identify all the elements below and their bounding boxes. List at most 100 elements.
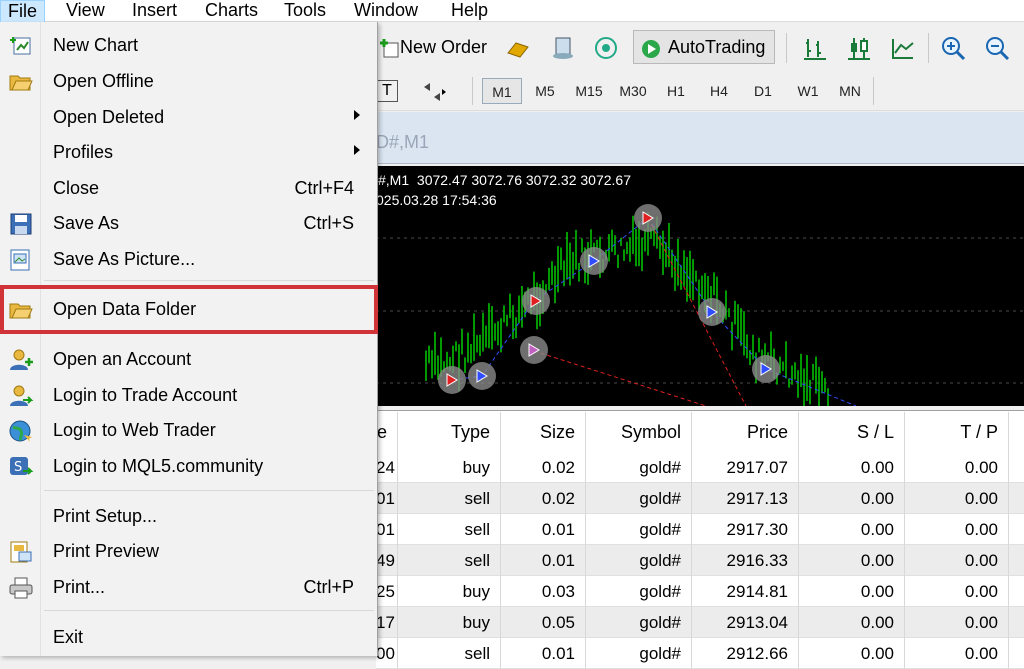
- table-cell: buy: [398, 452, 501, 483]
- menu-item-login-mql5[interactable]: S Login to MQL5.community: [0, 449, 376, 483]
- candles-plot: [376, 204, 1024, 406]
- market-watch-icon[interactable]: [550, 35, 576, 61]
- menu-item-new-chart[interactable]: New Chart: [0, 28, 376, 62]
- table-cell: sell: [398, 545, 501, 576]
- new-order-button[interactable]: New Order: [374, 31, 494, 63]
- table-cell: 0.00: [905, 483, 1009, 514]
- timeframe-d1[interactable]: D1: [743, 78, 783, 104]
- menu-item-exit[interactable]: Exit: [0, 620, 376, 654]
- timeframe-w1[interactable]: W1: [788, 78, 828, 104]
- col-header-type[interactable]: Type: [398, 412, 501, 452]
- bar-chart-icon[interactable]: [802, 35, 828, 61]
- chart-title: D#,M1: [376, 132, 430, 152]
- printer-icon: [9, 577, 33, 599]
- menu-item-open-deleted[interactable]: Open Deleted: [0, 100, 376, 134]
- plus-icon: [380, 39, 399, 58]
- submenu-arrow-icon: [354, 145, 360, 155]
- table-row[interactable]: 25 buy 0.03 gold# 2914.81 0.00 0.00: [376, 576, 1024, 607]
- table-cell: 0.00: [799, 607, 905, 638]
- signals-icon[interactable]: [593, 35, 619, 61]
- menu-item-profiles[interactable]: Profiles: [0, 135, 376, 169]
- menu-item-label: Login to Trade Account: [53, 385, 238, 405]
- table-cell: gold#: [586, 545, 692, 576]
- menu-item-label: Save As: [53, 213, 120, 233]
- menu-item-shortcut: Ctrl+S: [303, 213, 354, 233]
- candlestick-icon[interactable]: [846, 35, 872, 61]
- autotrading-icon: [642, 40, 660, 58]
- arrows-tool-icon[interactable]: [420, 79, 446, 105]
- autotrading-button[interactable]: AutoTrading: [633, 30, 775, 64]
- table-cell: 2913.04: [692, 607, 799, 638]
- menu-item-open-account[interactable]: Open an Account: [0, 342, 376, 376]
- timeframe-m30[interactable]: M30: [613, 78, 653, 104]
- table-row[interactable]: 00 sell 0.01 gold# 2912.66 0.00 0.00: [376, 638, 1024, 669]
- menu-item-save-as-picture[interactable]: Save As Picture...: [0, 242, 376, 276]
- table-cell: 01: [376, 483, 398, 514]
- zoom-out-icon[interactable]: [984, 35, 1010, 61]
- timeframe-mn[interactable]: MN: [830, 78, 870, 104]
- menu-item-print[interactable]: Print... Ctrl+P: [0, 570, 376, 604]
- menu-help[interactable]: Help: [451, 0, 488, 22]
- table-cell: 0.02: [501, 452, 586, 483]
- menu-item-label: Exit: [53, 627, 84, 647]
- menu-file[interactable]: File: [0, 0, 46, 22]
- menu-item-close[interactable]: Close Ctrl+F4: [0, 171, 376, 205]
- text-tool-button[interactable]: T: [376, 80, 398, 102]
- timeframe-h1[interactable]: H1: [656, 78, 696, 104]
- timeframe-m5[interactable]: M5: [525, 78, 565, 104]
- chart-window-header[interactable]: D#,M1: [376, 112, 1024, 164]
- table-cell: 0.00: [905, 638, 1009, 669]
- table-row[interactable]: 01 sell 0.02 gold# 2917.13 0.00 0.00: [376, 483, 1024, 514]
- menu-item-login-web-trader[interactable]: Login to Web Trader: [0, 413, 376, 447]
- table-cell: 0.00: [799, 545, 905, 576]
- open-folder-icon: [9, 75, 33, 91]
- menu-item-label: Print Setup...: [53, 506, 158, 526]
- menu-item-print-preview[interactable]: Print Preview: [0, 534, 376, 568]
- new-order-label: New Order: [400, 37, 488, 57]
- table-row[interactable]: 49 sell 0.01 gold# 2916.33 0.00 0.00: [376, 545, 1024, 576]
- web-icon: [9, 420, 32, 442]
- account-icon: [10, 349, 33, 370]
- col-header-tp[interactable]: T / P: [905, 412, 1009, 452]
- timeframe-m15[interactable]: M15: [569, 78, 609, 104]
- line-chart-icon[interactable]: [890, 35, 916, 61]
- menu-charts[interactable]: Charts: [205, 0, 258, 22]
- menu-item-print-setup[interactable]: Print Setup...: [0, 499, 376, 533]
- col-header-price[interactable]: Price: [692, 412, 799, 452]
- menu-item-label: Close: [53, 178, 100, 198]
- trade-line: [647, 217, 747, 406]
- price-chart[interactable]: #,M1 3072.47 3072.76 3072.32 3072.67 025…: [376, 166, 1024, 406]
- table-cell: 0.00: [799, 452, 905, 483]
- submenu-arrow-icon: [354, 110, 360, 120]
- col-header-symbol[interactable]: Symbol: [586, 412, 692, 452]
- table-row[interactable]: 01 sell 0.01 gold# 2917.30 0.00 0.00: [376, 514, 1024, 545]
- menu-item-open-offline[interactable]: Open Offline: [0, 64, 376, 98]
- table-row[interactable]: 24 buy 0.02 gold# 2917.07 0.00 0.00: [376, 452, 1024, 483]
- menu-item-label: Open Deleted: [53, 107, 165, 127]
- table-cell: 25: [376, 576, 398, 607]
- table-row[interactable]: 17 buy 0.05 gold# 2913.04 0.00 0.00: [376, 607, 1024, 638]
- zoom-in-icon[interactable]: [940, 35, 966, 61]
- menu-insert[interactable]: Insert: [132, 0, 177, 22]
- timeframe-h4[interactable]: H4: [699, 78, 739, 104]
- table-cell: 49: [376, 545, 398, 576]
- col-header-sl[interactable]: S / L: [799, 412, 905, 452]
- trade-line: [533, 350, 707, 406]
- menu-item-login-trade-account[interactable]: Login to Trade Account: [0, 378, 376, 412]
- table-cell: 0.02: [501, 483, 586, 514]
- col-header-order[interactable]: e: [376, 412, 398, 452]
- menu-item-save-as[interactable]: Save As Ctrl+S: [0, 206, 376, 240]
- table-cell: 0.00: [905, 452, 1009, 483]
- menu-item-label: Profiles: [53, 142, 114, 162]
- table-cell: 0.00: [905, 545, 1009, 576]
- table-cell: 00: [376, 638, 398, 669]
- col-header-size[interactable]: Size: [501, 412, 586, 452]
- table-cell: 01: [376, 514, 398, 545]
- timeframe-m1[interactable]: M1: [482, 78, 522, 104]
- menu-view[interactable]: View: [66, 0, 105, 22]
- table-cell: sell: [398, 638, 501, 669]
- gold-bar-icon[interactable]: [505, 37, 531, 63]
- menu-window[interactable]: Window: [354, 0, 418, 22]
- menu-tools[interactable]: Tools: [284, 0, 326, 22]
- table-cell: 0.01: [501, 545, 586, 576]
